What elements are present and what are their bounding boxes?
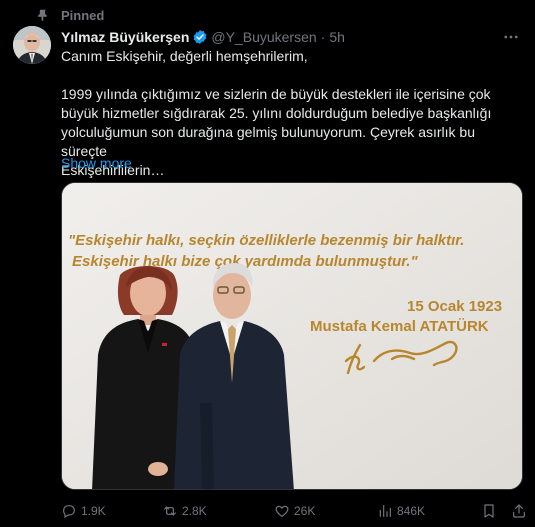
tweet-header: Yılmaz Büyükerşen @Y_Buyukersen · 5h	[61, 27, 521, 47]
author-display-name[interactable]: Yılmaz Büyükerşen	[61, 29, 189, 45]
verified-icon	[194, 30, 207, 44]
separator-dot: ·	[320, 29, 326, 45]
author-handle[interactable]: @Y_Buyukersen	[211, 29, 316, 45]
pinned-label: Pinned	[61, 7, 105, 23]
share-button[interactable]	[511, 500, 531, 522]
tweet-text-line: Canım Eskişehir, değerli hemşehrilerim,	[61, 48, 308, 64]
reply-button[interactable]: 1.9K	[61, 500, 106, 522]
wall-date: 15 Ocak 1923	[407, 298, 502, 315]
views-button[interactable]: 846K	[377, 500, 425, 522]
share-icon	[513, 504, 525, 518]
repost-count: 2.8K	[182, 504, 207, 518]
more-icon[interactable]	[501, 27, 521, 47]
tweet-text-line: büyük hizmetler sığdırarak 25. yılını do…	[61, 105, 492, 121]
like-count: 26K	[294, 504, 316, 518]
timestamp[interactable]: 5h	[329, 29, 345, 45]
avatar[interactable]	[13, 26, 51, 64]
tweet-text-line: 1999 yılında çıktığımız ve sizlerin de b…	[61, 86, 491, 102]
like-icon	[275, 505, 289, 517]
tweet-photo[interactable]: "Eskişehir halkı, seçkin özelliklerle be…	[61, 182, 523, 490]
reply-icon	[63, 505, 75, 519]
bookmark-button[interactable]	[481, 500, 501, 522]
views-icon	[379, 505, 391, 517]
reply-count: 1.9K	[81, 504, 106, 518]
show-more-link[interactable]: Show more	[61, 154, 132, 173]
pinned-indicator: Pinned	[36, 6, 104, 24]
tweet-actions: 1.9K 2.8K 26K 846K	[61, 500, 527, 522]
wall-quote-line-1: "Eskişehir halkı, seçkin özelliklerle be…	[68, 232, 464, 249]
wall-attribution: Mustafa Kemal ATATÜRK	[310, 318, 489, 335]
like-button[interactable]: 26K	[274, 500, 315, 522]
repost-button[interactable]: 2.8K	[162, 500, 207, 522]
pin-icon	[38, 9, 47, 21]
repost-icon	[164, 506, 176, 516]
bookmark-icon	[484, 504, 494, 518]
views-count: 846K	[397, 504, 426, 518]
